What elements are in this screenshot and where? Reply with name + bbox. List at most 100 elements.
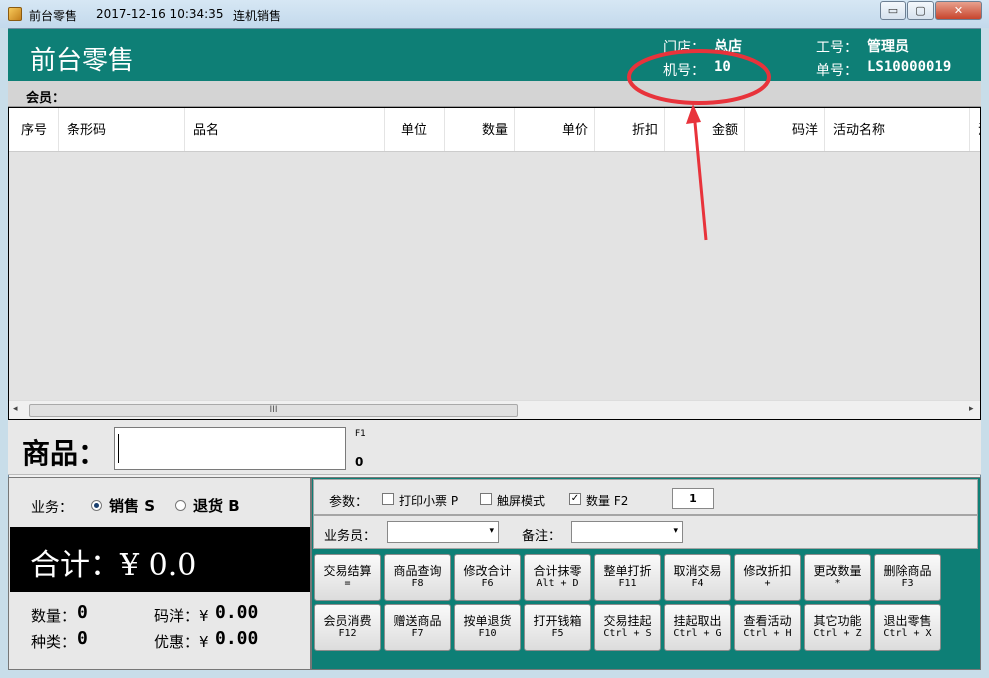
function-button[interactable]: 按单退货 F10 [454, 604, 521, 651]
function-button-label: 按单退货 [463, 614, 512, 628]
function-button-label: 合计抹零 [533, 564, 582, 578]
column-header[interactable]: 活动名称 [825, 108, 970, 151]
function-button[interactable]: 删除商品 F3 [874, 554, 941, 601]
scroll-right-icon[interactable]: ▸ [969, 404, 974, 414]
order-label: 单号： [816, 63, 858, 79]
sale-radio[interactable] [91, 500, 102, 511]
function-button-hotkey: F4 [691, 578, 704, 589]
function-button[interactable]: 修改折扣 + [734, 554, 801, 601]
summary-panel: 业务： 销售 S 退货 B 合计：¥ 0.0 数量： 0 种类： 0 码洋：¥ … [8, 477, 311, 670]
list-price-label: 码洋：¥ [154, 607, 209, 625]
staff-label: 工号： [816, 40, 858, 56]
return-radio[interactable] [175, 500, 186, 511]
discount-value: 0.00 [215, 628, 259, 649]
function-button-label: 查看活动 [743, 614, 792, 628]
sales-grid[interactable]: 序号 条形码 品名 单位 数量 单价 折扣 金额 码洋 活动名称 活 ◂ III… [8, 107, 981, 420]
function-button[interactable]: 合计抹零 Alt + D [524, 554, 591, 601]
close-button[interactable]: ✕ [935, 1, 982, 20]
product-qty: 0 [355, 455, 364, 469]
function-button-hotkey: Alt + D [536, 578, 579, 589]
product-label: 商品： [22, 437, 107, 470]
column-header[interactable]: 折扣 [595, 108, 665, 151]
member-bar[interactable]: 会员： [8, 81, 981, 107]
text-caret [118, 434, 119, 463]
function-button-label: 打开钱箱 [533, 614, 582, 628]
function-button-label: 赠送商品 [393, 614, 442, 628]
close-icon: ✕ [953, 4, 964, 17]
function-button[interactable]: 交易挂起 Ctrl + S [594, 604, 661, 651]
app-icon [8, 7, 22, 21]
function-button[interactable]: 取消交易 F4 [664, 554, 731, 601]
function-button[interactable]: 交易结算 = [314, 554, 381, 601]
function-button-label: 其它功能 [813, 614, 862, 628]
business-label: 业务： [31, 500, 73, 516]
column-header[interactable]: 金额 [665, 108, 745, 151]
function-button-label: 删除商品 [883, 564, 932, 578]
function-button-label: 退出零售 [883, 614, 932, 628]
function-button[interactable]: 其它功能 Ctrl + Z [804, 604, 871, 651]
function-button-hotkey: F5 [551, 628, 564, 639]
kinds-value: 0 [77, 628, 88, 649]
scroll-left-icon[interactable]: ◂ [13, 404, 18, 414]
scroll-thumb[interactable]: III [29, 404, 518, 417]
function-button-label: 更改数量 [813, 564, 862, 578]
function-button-hotkey: Ctrl + G [673, 628, 722, 639]
list-price-value: 0.00 [215, 602, 259, 623]
function-button-hotkey: F11 [618, 578, 637, 589]
kinds-label: 种类： [31, 633, 77, 651]
product-entry-panel: 商品： F1 0 [8, 420, 981, 475]
function-button[interactable]: 商品查询 F8 [384, 554, 451, 601]
function-button-hotkey: F6 [481, 578, 494, 589]
function-button-hotkey: Ctrl + X [883, 628, 932, 639]
function-button-hotkey: Ctrl + H [743, 628, 792, 639]
function-button[interactable]: 修改合计 F6 [454, 554, 521, 601]
staff-value: 管理员 [867, 39, 909, 55]
function-button[interactable]: 整单打折 F11 [594, 554, 661, 601]
function-button-grid: 交易结算 = 商品查询 F8 修改合计 F6 合计抹零 Alt + D 整单打折 F11 取消交易 F… [312, 478, 982, 671]
function-button[interactable]: 退出零售 Ctrl + X [874, 604, 941, 651]
function-button-label: 整单打折 [603, 564, 652, 578]
minimize-button[interactable]: ▭ [880, 1, 906, 20]
sale-radio-option[interactable]: 销售 S [83, 494, 167, 516]
member-label: 会员： [26, 91, 66, 106]
function-button[interactable]: 挂起取出 Ctrl + G [664, 604, 731, 651]
function-button-hotkey: Ctrl + Z [813, 628, 862, 639]
qty-value: 0 [77, 602, 88, 623]
column-header[interactable]: 数量 [445, 108, 515, 151]
function-button-hotkey: Ctrl + S [603, 628, 652, 639]
window-titlebar[interactable]: 前台零售 2017-12-16 10:34:35 连机销售 ▭ ▢ ✕ [0, 0, 989, 28]
function-button-label: 会员消费 [323, 614, 372, 628]
column-header[interactable]: 品名 [185, 108, 385, 151]
return-radio-option[interactable]: 退货 B [167, 494, 251, 516]
function-button-label: 商品查询 [393, 564, 442, 578]
function-button-hotkey: = [344, 578, 351, 589]
machine-value: 10 [714, 59, 731, 75]
store-value: 总店 [714, 39, 742, 55]
column-header[interactable]: 单价 [515, 108, 595, 151]
column-header[interactable]: 序号 [9, 108, 59, 151]
function-button-hotkey: F10 [478, 628, 497, 639]
page-title: 前台零售 [30, 46, 135, 76]
qty-label: 数量： [31, 607, 77, 625]
function-button[interactable]: 查看活动 Ctrl + H [734, 604, 801, 651]
window-datetime: 2017-12-16 10:34:35 [96, 7, 224, 21]
function-button[interactable]: 赠送商品 F7 [384, 604, 451, 651]
function-button[interactable]: 打开钱箱 F5 [524, 604, 591, 651]
column-header[interactable]: 单位 [385, 108, 445, 151]
total-label: 合计： [30, 548, 120, 583]
function-button[interactable]: 会员消费 F12 [314, 604, 381, 651]
product-input[interactable] [114, 427, 346, 470]
column-header[interactable]: 活 [970, 108, 980, 151]
function-button-hotkey: F12 [338, 628, 357, 639]
total-text: 合计：¥ 0.0 [30, 540, 196, 584]
discount-label: 优惠：¥ [154, 633, 209, 651]
column-header[interactable]: 码洋 [745, 108, 825, 151]
maximize-icon: ▢ [915, 4, 926, 17]
function-button-label: 修改合计 [463, 564, 512, 578]
function-button[interactable]: 更改数量 * [804, 554, 871, 601]
function-button-label: 挂起取出 [673, 614, 722, 628]
horizontal-scrollbar[interactable]: ◂ III ▸ [9, 400, 980, 419]
maximize-button[interactable]: ▢ [907, 1, 934, 20]
total-value: ¥ 0.0 [120, 548, 197, 583]
column-header[interactable]: 条形码 [59, 108, 185, 151]
